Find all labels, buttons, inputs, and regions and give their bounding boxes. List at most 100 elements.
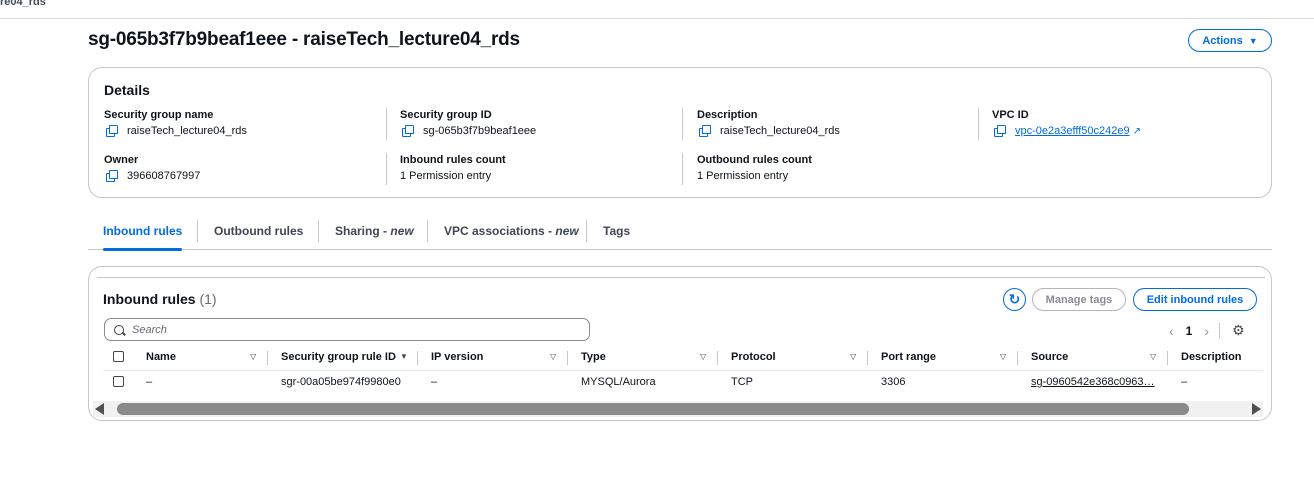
rules-count: (1) — [199, 291, 217, 307]
field-description: Description raiseTech_lecture04_rds — [697, 109, 840, 137]
chevron-left-icon[interactable]: ‹ — [1169, 323, 1174, 339]
sort-icon[interactable]: ▽ — [850, 352, 856, 361]
scroll-left-icon[interactable] — [95, 403, 104, 415]
actions-button[interactable]: Actions ▼ — [1188, 29, 1272, 52]
rules-title: Inbound rules — [103, 291, 196, 307]
column-divider — [867, 351, 868, 365]
column-header-name[interactable]: Name — [146, 351, 176, 363]
tab-vpc-associations[interactable]: VPC associations - new — [444, 218, 579, 250]
divider — [682, 153, 683, 185]
tab-divider — [197, 220, 198, 242]
panel-divider — [97, 277, 1265, 278]
field-owner: Owner 396608767997 — [104, 154, 200, 182]
inbound-rules-panel: Inbound rules (1) ↻ Manage tags Edit inb… — [88, 266, 1272, 421]
cell-type: MYSQL/Aurora — [581, 376, 656, 388]
breadcrumb: re04_rds — [0, 0, 46, 8]
column-header-type[interactable]: Type — [581, 351, 606, 363]
cell-source-link[interactable]: sg-0960542e368c0963… — [1031, 376, 1155, 388]
column-divider — [267, 351, 268, 365]
field-inbound-count: Inbound rules count 1 Permission entry — [400, 154, 506, 182]
refresh-icon[interactable]: ↻ — [1003, 288, 1026, 311]
column-header-port-range[interactable]: Port range — [881, 351, 936, 363]
field-label: Outbound rules count — [697, 154, 812, 166]
tab-sharing[interactable]: Sharing - new — [335, 218, 414, 250]
column-header-description[interactable]: Description — [1181, 351, 1242, 363]
sort-icon[interactable]: ▽ — [1000, 352, 1006, 361]
column-header-ip-version[interactable]: IP version — [431, 351, 483, 363]
search-icon — [114, 324, 124, 335]
cell-port-range: 3306 — [881, 376, 906, 388]
actions-label: Actions — [1202, 34, 1243, 47]
column-divider — [1017, 351, 1018, 365]
divider — [386, 108, 387, 140]
copy-icon[interactable] — [994, 124, 1006, 137]
field-label: VPC ID — [992, 109, 1029, 121]
tab-outbound-rules[interactable]: Outbound rules — [214, 218, 303, 250]
column-header-protocol[interactable]: Protocol — [731, 351, 776, 363]
cell-rule-id: sgr-00a05be974f9980e0 — [281, 376, 401, 388]
cell-ip-version: – — [431, 376, 438, 388]
search-input[interactable]: Search — [104, 318, 590, 341]
gear-icon[interactable]: ⚙ — [1232, 322, 1245, 339]
cell-name: – — [146, 376, 153, 388]
sort-icon[interactable]: ▽ — [550, 352, 556, 361]
scroll-right-icon[interactable] — [1252, 403, 1261, 415]
field-security-group-id: Security group ID sg-065b3f7b9beaf1eee — [400, 109, 536, 137]
select-all-checkbox[interactable] — [113, 351, 124, 362]
chevron-right-icon[interactable]: › — [1204, 323, 1209, 339]
field-label: Security group name — [104, 109, 214, 121]
field-label: Security group ID — [400, 109, 492, 121]
external-link-icon: ↗ — [1132, 125, 1141, 137]
row-divider — [103, 370, 1263, 371]
field-value: 396608767997 — [127, 170, 201, 182]
divider — [682, 108, 683, 140]
column-header-rule-id[interactable]: Security group rule ID — [281, 351, 396, 363]
tab-label: VPC associations - — [444, 224, 553, 238]
page-number[interactable]: 1 — [1186, 324, 1193, 338]
sort-icon[interactable]: ▽ — [250, 352, 256, 361]
details-panel: Details Security group name raiseTech_le… — [88, 67, 1272, 198]
sort-icon[interactable]: ▽ — [1150, 352, 1156, 361]
new-badge: new — [555, 224, 579, 238]
scrollbar-thumb[interactable] — [117, 403, 1189, 415]
pagination: ‹ 1 › ⚙ — [1169, 322, 1245, 339]
divider — [978, 108, 979, 140]
cell-description: – — [1181, 376, 1188, 388]
field-vpc-id: VPC ID vpc-0e2a3efff50c242e9 ↗ — [992, 109, 1141, 137]
field-label: Description — [697, 109, 758, 121]
field-value: sg-065b3f7b9beaf1eee — [423, 125, 537, 137]
tab-inbound-rules[interactable]: Inbound rules — [103, 218, 183, 251]
column-divider — [1167, 351, 1168, 365]
page-title: sg-065b3f7b9beaf1eee - raiseTech_lecture… — [88, 29, 520, 50]
column-divider — [417, 351, 418, 365]
manage-tags-button[interactable]: Manage tags — [1032, 288, 1126, 311]
sort-icon[interactable]: ▽ — [700, 352, 706, 361]
divider — [1219, 322, 1221, 339]
column-header-source[interactable]: Source — [1031, 351, 1068, 363]
details-heading: Details — [104, 82, 150, 98]
copy-icon[interactable] — [699, 124, 711, 137]
copy-icon[interactable] — [106, 169, 118, 182]
tab-tags[interactable]: Tags — [603, 218, 630, 250]
copy-icon[interactable] — [106, 124, 118, 137]
field-security-group-name: Security group name raiseTech_lecture04_… — [104, 109, 247, 137]
tab-divider — [586, 220, 587, 242]
rules-heading: Inbound rules (1) — [103, 291, 217, 307]
column-divider — [567, 351, 568, 365]
row-checkbox[interactable] — [113, 376, 124, 387]
sort-icon[interactable]: ▼ — [400, 352, 408, 361]
column-divider — [717, 351, 718, 365]
horizontal-scrollbar[interactable] — [93, 401, 1263, 417]
copy-icon[interactable] — [402, 124, 414, 137]
field-outbound-count: Outbound rules count 1 Permission entry — [697, 154, 812, 182]
caret-down-icon: ▼ — [1248, 35, 1258, 46]
divider — [386, 153, 387, 185]
tab-divider — [318, 220, 319, 242]
new-badge: new — [390, 224, 414, 238]
vpc-id-link[interactable]: vpc-0e2a3efff50c242e9 — [1015, 125, 1130, 137]
tab-label: Sharing - — [335, 224, 388, 238]
search-placeholder: Search — [132, 323, 167, 336]
cell-protocol: TCP — [731, 376, 753, 388]
tab-divider — [427, 220, 428, 242]
edit-inbound-rules-button[interactable]: Edit inbound rules — [1133, 288, 1257, 311]
